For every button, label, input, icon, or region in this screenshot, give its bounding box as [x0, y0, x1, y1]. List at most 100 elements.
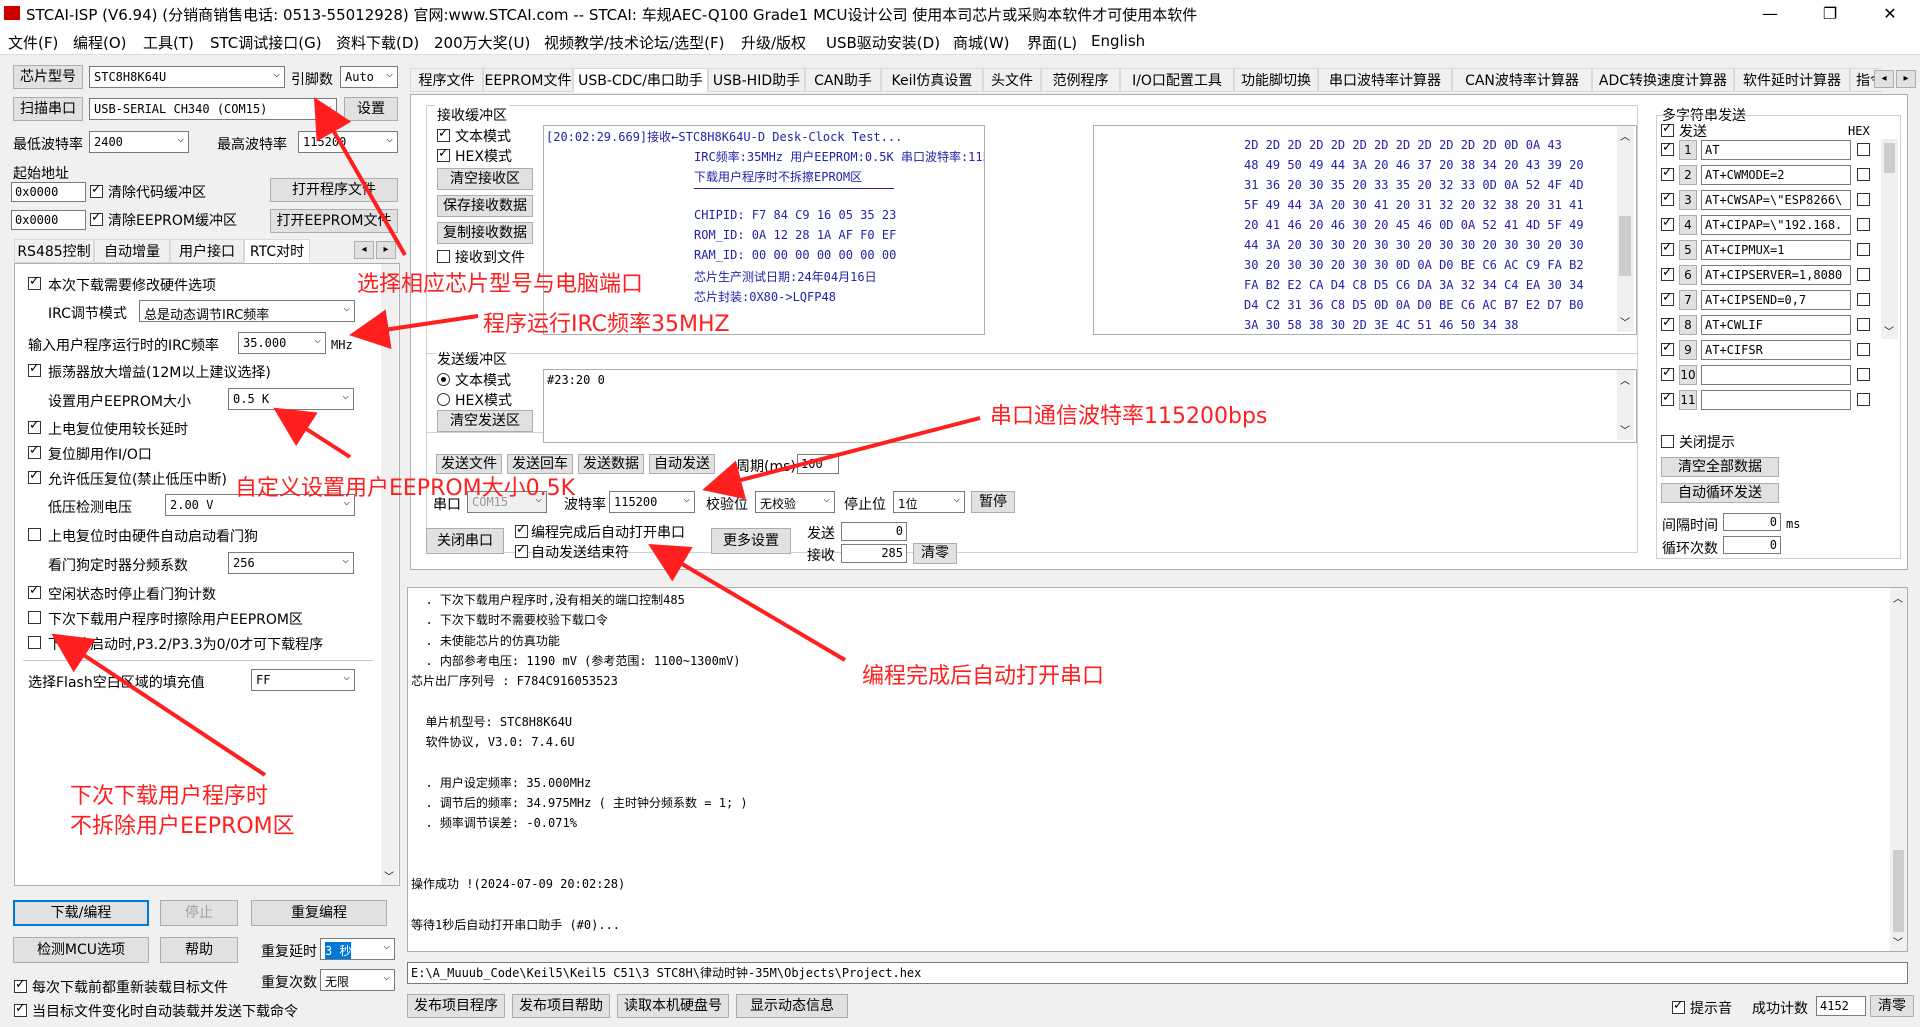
- tab-usb-hid[interactable]: USB-HID助手: [708, 68, 805, 92]
- close-button[interactable]: ✕: [1860, 0, 1920, 28]
- tab-scroll-left[interactable]: ◂: [354, 241, 374, 259]
- clear-recv-button[interactable]: 清空接收区: [437, 168, 533, 190]
- tab-header-file[interactable]: 头文件: [983, 68, 1041, 92]
- multi-send-row-hex-checkbox[interactable]: [1857, 268, 1870, 281]
- tab-rs485[interactable]: RS485控制: [14, 239, 94, 263]
- help-button[interactable]: 帮助: [160, 937, 238, 963]
- chip-model-button[interactable]: 芯片型号: [13, 65, 83, 89]
- multi-send-row-checkbox[interactable]: [1661, 165, 1674, 181]
- multi-send-row-button[interactable]: 6: [1679, 265, 1697, 285]
- multi-send-row-checkbox[interactable]: [1661, 190, 1674, 206]
- multi-send-row-button[interactable]: 1: [1679, 140, 1697, 160]
- pin-count-select[interactable]: Auto ⌵: [340, 66, 398, 88]
- loop-count-input[interactable]: 0: [1723, 536, 1781, 554]
- pause-button[interactable]: 暂停: [971, 491, 1015, 513]
- clear-send-button[interactable]: 清空发送区: [437, 410, 533, 432]
- irc-freq-input[interactable]: 35.000 ⌵: [238, 332, 326, 354]
- auto-load-checkbox[interactable]: [14, 1001, 27, 1017]
- max-baud-select[interactable]: 115200 ⌵: [298, 131, 398, 153]
- multi-send-row-checkbox[interactable]: [1661, 365, 1674, 381]
- multi-send-row-hex-checkbox[interactable]: [1857, 368, 1870, 381]
- baud-select[interactable]: 115200 ⌵: [609, 491, 695, 513]
- send-hex-mode-radio[interactable]: [437, 393, 450, 406]
- menu-file[interactable]: 文件(F): [8, 32, 58, 53]
- low-voltage-reset-checkbox[interactable]: [28, 468, 41, 484]
- multi-send-all-checkbox[interactable]: [1661, 121, 1674, 137]
- multi-send-row-input[interactable]: AT+CIPSERVER=1,8080: [1701, 265, 1851, 285]
- stop-button[interactable]: 停止: [160, 900, 238, 926]
- stop-bits-select[interactable]: 1位 ⌵: [893, 491, 965, 513]
- multi-send-row-hex-checkbox[interactable]: [1857, 218, 1870, 231]
- menu-upgrade[interactable]: 升级/版权: [741, 32, 806, 53]
- tab-delay-calc[interactable]: 软件延时计算器: [1734, 68, 1850, 92]
- multi-send-row-input[interactable]: AT+CWMODE=2: [1701, 165, 1851, 185]
- multi-send-row-button[interactable]: 2: [1679, 165, 1697, 185]
- flash-fill-select[interactable]: FF ⌵: [251, 669, 355, 691]
- menu-download[interactable]: 资料下载(D): [336, 32, 419, 53]
- menu-tools[interactable]: 工具(T): [143, 32, 194, 53]
- close-port-button[interactable]: 关闭串口: [426, 528, 504, 554]
- check-mcu-button[interactable]: 检测MCU选项: [13, 937, 149, 963]
- clear-count-button[interactable]: 清零: [913, 543, 957, 564]
- port-settings-button[interactable]: 设置: [344, 97, 398, 121]
- publish-help-button[interactable]: 发布项目帮助: [512, 994, 610, 1018]
- multi-send-row-input[interactable]: AT+CIFSR: [1701, 340, 1851, 360]
- tab-eeprom-file[interactable]: EEPROM文件: [483, 68, 573, 92]
- multi-send-row-input[interactable]: AT+CWLIF: [1701, 315, 1851, 335]
- send-scrollbar[interactable]: ︿ ﹀: [1617, 370, 1634, 440]
- log-output-area[interactable]: . 下次下载用户程序时,没有相关的端口控制485 . 下次下载时不需要校验下载口…: [407, 587, 1908, 952]
- menu-usb-driver[interactable]: USB驱动安装(D): [826, 32, 940, 53]
- multi-send-row-hex-checkbox[interactable]: [1857, 143, 1870, 156]
- port-select[interactable]: USB-SERIAL CH340 (COM15) ⌵: [89, 98, 337, 120]
- code-start-address[interactable]: 0x0000: [11, 182, 86, 202]
- irc-mode-select[interactable]: 总是动态调节IRC频率 ⌵: [139, 300, 355, 322]
- period-input[interactable]: 100: [797, 454, 839, 474]
- interval-input[interactable]: 0: [1723, 513, 1781, 531]
- reset-pin-io-checkbox[interactable]: [28, 443, 41, 459]
- multi-send-row-checkbox[interactable]: [1661, 290, 1674, 306]
- chip-model-select[interactable]: STC8H8K64U ⌵: [89, 66, 285, 88]
- options-scrollbar[interactable]: ︿ ﹀: [381, 264, 398, 885]
- scroll-thumb[interactable]: [1893, 850, 1904, 932]
- multi-send-row-checkbox[interactable]: [1661, 215, 1674, 231]
- cold-boot-checkbox[interactable]: [28, 636, 41, 649]
- tab-auto-increment[interactable]: 自动增量: [94, 239, 170, 263]
- wdt-hardware-checkbox[interactable]: [28, 528, 41, 541]
- scroll-thumb[interactable]: [1619, 216, 1631, 276]
- multi-send-row-button[interactable]: 11: [1679, 390, 1697, 410]
- menu-prize[interactable]: 200万大奖(U): [434, 32, 530, 53]
- clear-eeprom-buffer-checkbox[interactable]: [90, 210, 103, 226]
- tab-can-baud-calc[interactable]: CAN波特率计算器: [1452, 68, 1592, 92]
- multi-send-row-input[interactable]: AT+CIPSEND=0,7: [1701, 290, 1851, 310]
- main-tab-scroll-right[interactable]: ▸: [1896, 70, 1916, 88]
- read-disk-id-button[interactable]: 读取本机硬盘号: [617, 994, 729, 1018]
- repeat-program-button[interactable]: 重复编程: [251, 900, 387, 926]
- tab-adc-speed-calc[interactable]: ADC转换速度计算器: [1592, 68, 1734, 92]
- multi-send-row-button[interactable]: 8: [1679, 315, 1697, 335]
- tab-pin-switch[interactable]: 功能脚切换: [1234, 68, 1318, 92]
- scroll-thumb[interactable]: [1884, 143, 1895, 173]
- reload-each-checkbox[interactable]: [14, 977, 27, 993]
- auto-send-end-checkbox[interactable]: [515, 542, 528, 558]
- save-recv-button[interactable]: 保存接收数据: [437, 195, 533, 217]
- eeprom-start-address[interactable]: 0x0000: [11, 210, 86, 230]
- tab-can[interactable]: CAN助手: [805, 68, 881, 92]
- multi-send-row-hex-checkbox[interactable]: [1857, 318, 1870, 331]
- show-dynamic-info-button[interactable]: 显示动态信息: [736, 994, 848, 1018]
- menu-english[interactable]: English: [1091, 32, 1145, 50]
- log-scrollbar[interactable]: ︿ ﹀: [1890, 588, 1907, 951]
- menu-debug[interactable]: STC调试接口(G): [210, 32, 322, 53]
- multi-send-row-input[interactable]: [1701, 390, 1851, 410]
- recv-hex-mode-checkbox[interactable]: [437, 146, 450, 162]
- repeat-delay-select[interactable]: 3 秒 ⌵: [320, 938, 395, 960]
- more-settings-button[interactable]: 更多设置: [711, 528, 791, 554]
- power-reset-delay-checkbox[interactable]: [28, 418, 41, 434]
- multi-send-row-hex-checkbox[interactable]: [1857, 393, 1870, 406]
- close-tips-checkbox[interactable]: [1661, 435, 1674, 448]
- multi-send-row-checkbox[interactable]: [1661, 140, 1674, 156]
- menu-shop[interactable]: 商城(W): [953, 32, 1010, 53]
- multi-send-row-button[interactable]: 4: [1679, 215, 1697, 235]
- osc-gain-checkbox[interactable]: [28, 361, 41, 377]
- multi-send-row-checkbox[interactable]: [1661, 390, 1674, 406]
- menu-program[interactable]: 编程(O): [73, 32, 127, 53]
